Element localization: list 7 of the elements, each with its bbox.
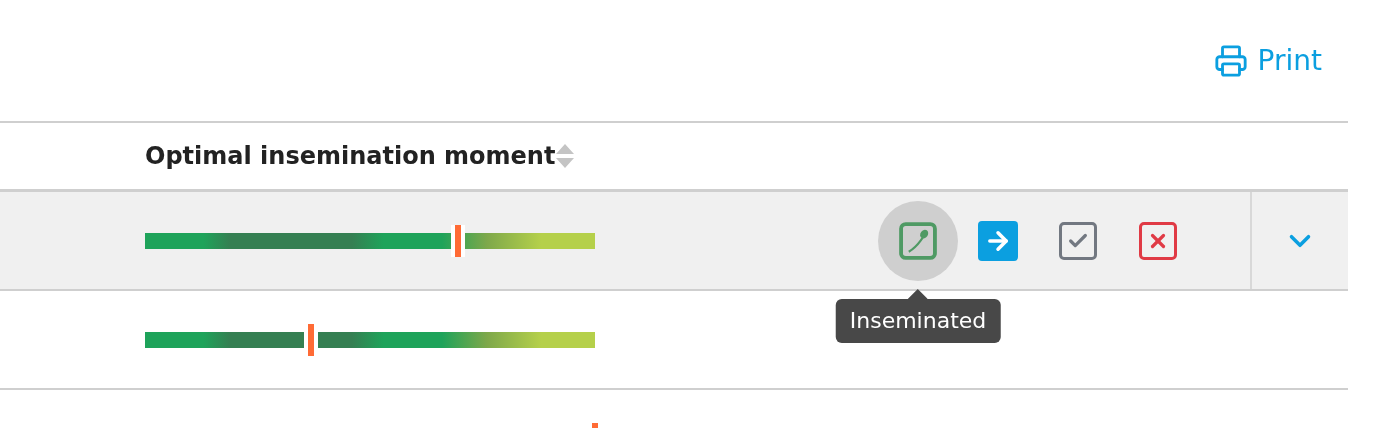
checkbox-icon [1059,221,1097,260]
printer-icon [1213,43,1248,78]
sperm-icon [898,220,938,261]
column-header[interactable]: Optimal insemination moment [145,138,556,174]
tooltip: Inseminated [835,298,1001,343]
tooltip-pointer [908,288,928,299]
close-icon [1139,221,1177,260]
